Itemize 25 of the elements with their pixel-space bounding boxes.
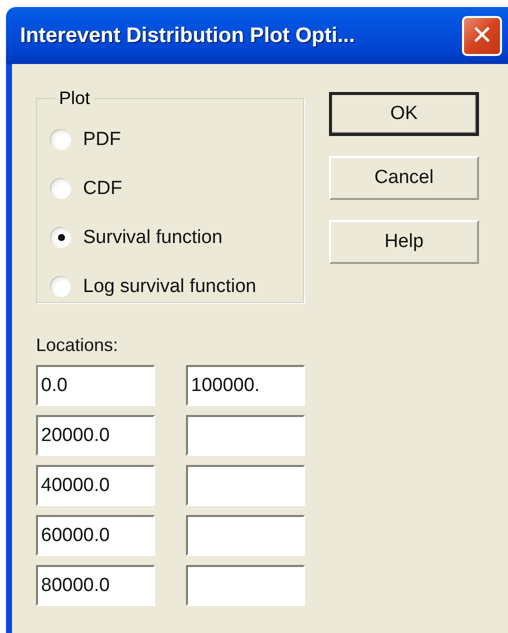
input-field[interactable]: 60000.0 <box>36 515 155 556</box>
dialog-button[interactable]: OK <box>329 92 479 136</box>
input-field[interactable] <box>186 565 305 606</box>
radio-button[interactable] <box>51 130 71 150</box>
input-field[interactable]: 0.0 <box>36 365 155 406</box>
close-button[interactable]: ✕ <box>462 16 502 56</box>
radio-button[interactable] <box>51 276 71 296</box>
dialog-button[interactable]: Help <box>329 220 479 264</box>
input-field[interactable] <box>186 515 305 556</box>
window-title: Interevent Distribution Plot Opti... <box>20 24 355 48</box>
group-label: Plot <box>58 88 92 109</box>
input-field[interactable]: 40000.0 <box>36 465 155 506</box>
radio-label[interactable]: PDF <box>83 128 121 150</box>
input-field[interactable] <box>186 465 305 506</box>
locations-label: Locations: <box>36 335 120 357</box>
input-field[interactable] <box>186 415 305 456</box>
radio-button[interactable] <box>51 178 71 198</box>
radio-label[interactable]: CDF <box>83 178 122 200</box>
radio-label[interactable]: Log survival function <box>83 276 256 298</box>
input-field[interactable]: 20000.0 <box>36 415 155 456</box>
dialog-button[interactable]: Cancel <box>329 156 479 200</box>
input-field[interactable]: 100000. <box>186 365 305 406</box>
input-field[interactable]: 80000.0 <box>36 565 155 606</box>
radio-label[interactable]: Survival function <box>83 226 222 248</box>
radio-button[interactable] <box>51 228 71 248</box>
